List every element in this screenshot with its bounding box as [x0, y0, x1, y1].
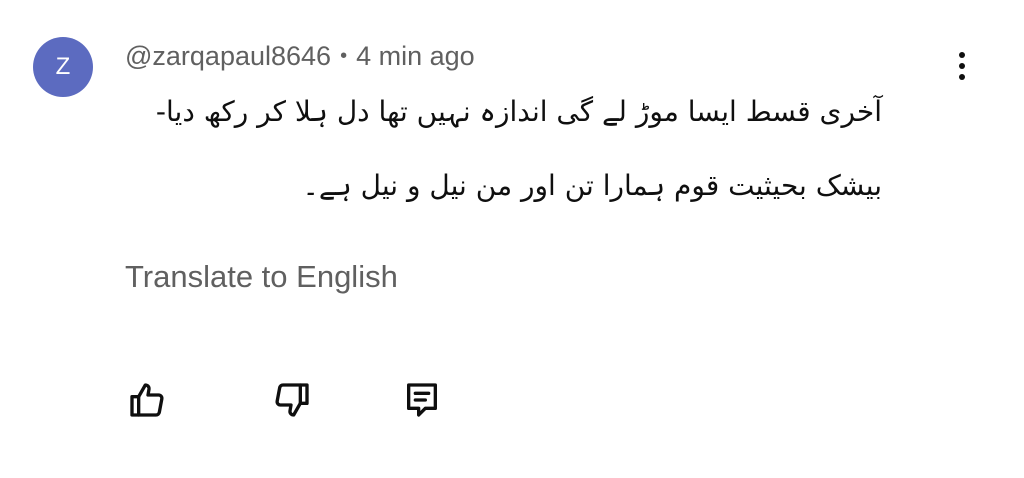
separator: • — [340, 44, 348, 67]
comment-icon — [407, 383, 437, 417]
avatar-letter: Z — [55, 53, 71, 80]
dislike-button[interactable] — [270, 378, 314, 422]
username[interactable]: @zarqapaul8646 — [125, 41, 331, 72]
avatar[interactable]: Z — [33, 37, 93, 97]
thumbs-down-icon — [275, 383, 309, 417]
comment-item: Z @zarqapaul8646 • 4 min ago آخری قسط ای… — [0, 0, 1024, 478]
reply-button[interactable] — [400, 378, 444, 422]
comment-header: @zarqapaul8646 • 4 min ago — [125, 38, 475, 74]
thumbs-up-icon — [130, 383, 164, 417]
like-button[interactable] — [125, 378, 169, 422]
comment-text-line-1: آخری قسط ایسا موڑ لے گی اندازہ نہیں تھا … — [155, 95, 882, 128]
comment-text-line-2: بیشک بحیثیت قوم ہمارا تن اور من نیل و نی… — [302, 169, 882, 202]
comment-time: 4 min ago — [356, 40, 475, 71]
translate-button[interactable]: Translate to English — [125, 259, 398, 295]
more-options-button[interactable] — [944, 46, 980, 86]
more-vertical-icon — [959, 52, 965, 58]
